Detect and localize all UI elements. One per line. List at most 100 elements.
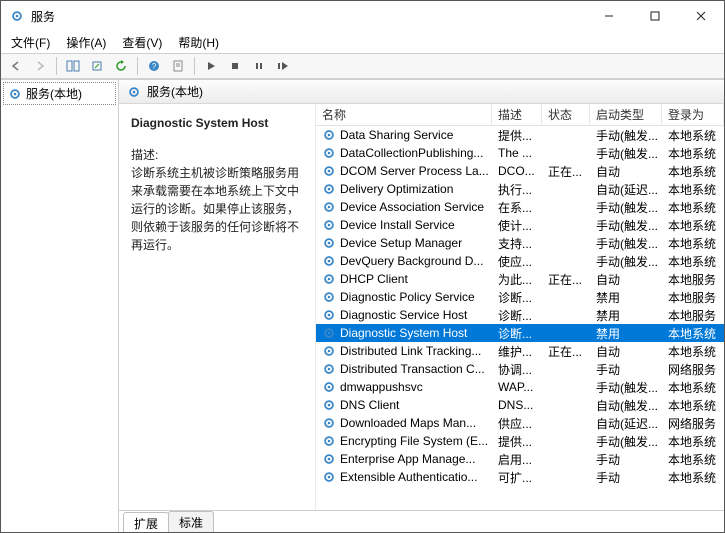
- service-startup: 手动(触发...: [590, 432, 662, 450]
- table-row[interactable]: dmwappushsvcWAP...手动(触发...本地系统: [316, 378, 724, 396]
- service-name: Device Setup Manager: [340, 236, 462, 250]
- service-icon: [322, 290, 336, 304]
- service-startup: 手动(触发...: [590, 126, 662, 144]
- service-desc: 维护...: [492, 342, 542, 360]
- table-row[interactable]: Device Setup Manager支持...手动(触发...本地系统: [316, 234, 724, 252]
- back-button[interactable]: [5, 55, 27, 77]
- start-service-button[interactable]: [200, 55, 222, 77]
- refresh-button[interactable]: [110, 55, 132, 77]
- selected-service-title: Diagnostic System Host: [131, 114, 305, 132]
- table-row[interactable]: Device Install Service使计...手动(触发...本地系统: [316, 216, 724, 234]
- table-row[interactable]: Data Sharing Service提供...手动(触发...本地系统: [316, 126, 724, 144]
- menu-help[interactable]: 帮助(H): [172, 32, 225, 53]
- service-logon: 本地服务: [662, 306, 724, 324]
- service-name: Distributed Link Tracking...: [340, 344, 481, 358]
- tree-pane: 服务(本地): [1, 80, 119, 532]
- show-hide-button[interactable]: [62, 55, 84, 77]
- tree-root-label: 服务(本地): [26, 85, 82, 102]
- service-name: Device Install Service: [340, 218, 455, 232]
- service-icon: [322, 434, 336, 448]
- tree-root-item[interactable]: 服务(本地): [3, 82, 116, 105]
- title-bar: 服务: [1, 1, 724, 31]
- table-row[interactable]: Encrypting File System (E...提供...手动(触发..…: [316, 432, 724, 450]
- service-logon: 本地系统: [662, 396, 724, 414]
- service-logon: 本地系统: [662, 450, 724, 468]
- table-row[interactable]: Delivery Optimization执行...自动(延迟...本地系统: [316, 180, 724, 198]
- service-desc: 可扩...: [492, 468, 542, 486]
- service-rows[interactable]: Data Sharing Service提供...手动(触发...本地系统Dat…: [316, 126, 724, 510]
- pane-header: 服务(本地): [119, 80, 724, 104]
- table-row[interactable]: Diagnostic Policy Service诊断...禁用本地服务: [316, 288, 724, 306]
- stop-service-button[interactable]: [224, 55, 246, 77]
- menu-file[interactable]: 文件(F): [5, 32, 56, 53]
- service-startup: 禁用: [590, 288, 662, 306]
- table-row[interactable]: DHCP Client为此...正在...自动本地服务: [316, 270, 724, 288]
- col-desc[interactable]: 描述: [492, 104, 542, 125]
- service-startup: 手动(触发...: [590, 252, 662, 270]
- service-startup: 手动: [590, 360, 662, 378]
- table-row[interactable]: Extensible Authenticatio...可扩...手动本地系统: [316, 468, 724, 486]
- service-logon: 本地系统: [662, 198, 724, 216]
- col-status[interactable]: 状态: [542, 104, 590, 125]
- service-name: dmwappushsvc: [340, 380, 423, 394]
- service-name: DCOM Server Process La...: [340, 164, 489, 178]
- menu-bar: 文件(F) 操作(A) 查看(V) 帮助(H): [1, 31, 724, 53]
- service-desc: DNS...: [492, 396, 542, 414]
- table-row[interactable]: DCOM Server Process La...DCO...正在...自动本地…: [316, 162, 724, 180]
- service-status: [542, 396, 590, 414]
- service-name: DHCP Client: [340, 272, 408, 286]
- right-pane: 服务(本地) Diagnostic System Host 描述: 诊断系统主机…: [119, 80, 724, 532]
- description-pane: Diagnostic System Host 描述: 诊断系统主机被诊断策略服务…: [119, 104, 315, 510]
- svg-text:?: ?: [152, 62, 157, 71]
- service-startup: 自动(延迟...: [590, 180, 662, 198]
- tab-standard[interactable]: 标准: [168, 511, 214, 532]
- col-name[interactable]: 名称: [316, 104, 492, 125]
- forward-button[interactable]: [29, 55, 51, 77]
- service-logon: 本地系统: [662, 468, 724, 486]
- table-row[interactable]: Downloaded Maps Man...供应...自动(延迟...网络服务: [316, 414, 724, 432]
- table-row[interactable]: DataCollectionPublishing...The ...手动(触发.…: [316, 144, 724, 162]
- close-button[interactable]: [678, 1, 724, 31]
- minimize-button[interactable]: [586, 1, 632, 31]
- service-status: [542, 180, 590, 198]
- service-status: 正在...: [542, 162, 590, 180]
- service-icon: [322, 218, 336, 232]
- service-icon: [322, 254, 336, 268]
- service-status: [542, 324, 590, 342]
- menu-action[interactable]: 操作(A): [60, 32, 112, 53]
- table-row[interactable]: Enterprise App Manage...启用...手动本地系统: [316, 450, 724, 468]
- service-logon: 本地系统: [662, 324, 724, 342]
- service-name: Enterprise App Manage...: [340, 452, 475, 466]
- service-status: [542, 252, 590, 270]
- menu-view[interactable]: 查看(V): [116, 32, 168, 53]
- table-row[interactable]: Distributed Link Tracking...维护...正在...自动…: [316, 342, 724, 360]
- table-row[interactable]: DNS ClientDNS...自动(触发...本地系统: [316, 396, 724, 414]
- help-button[interactable]: ?: [143, 55, 165, 77]
- service-icon: [322, 452, 336, 466]
- service-logon: 本地服务: [662, 270, 724, 288]
- tab-extended[interactable]: 扩展: [123, 512, 169, 532]
- service-icon: [322, 128, 336, 142]
- table-row[interactable]: DevQuery Background D...使应...手动(触发...本地系…: [316, 252, 724, 270]
- service-desc: 启用...: [492, 450, 542, 468]
- col-startup[interactable]: 启动类型: [590, 104, 662, 125]
- pause-service-button[interactable]: [248, 55, 270, 77]
- export-button[interactable]: [86, 55, 108, 77]
- col-logon[interactable]: 登录为: [662, 104, 724, 125]
- service-name: Device Association Service: [340, 200, 484, 214]
- table-row[interactable]: Device Association Service在系...手动(触发...本…: [316, 198, 724, 216]
- service-status: [542, 288, 590, 306]
- service-logon: 本地系统: [662, 216, 724, 234]
- table-row[interactable]: Diagnostic System Host诊断...禁用本地系统: [316, 324, 724, 342]
- maximize-button[interactable]: [632, 1, 678, 31]
- properties-button[interactable]: [167, 55, 189, 77]
- service-startup: 手动(触发...: [590, 198, 662, 216]
- service-name: DevQuery Background D...: [340, 254, 483, 268]
- service-icon: [322, 344, 336, 358]
- table-row[interactable]: Diagnostic Service Host诊断...禁用本地服务: [316, 306, 724, 324]
- service-icon: [322, 272, 336, 286]
- toolbar: ?: [1, 53, 724, 79]
- restart-service-button[interactable]: [272, 55, 294, 77]
- table-row[interactable]: Distributed Transaction C...协调...手动网络服务: [316, 360, 724, 378]
- service-logon: 本地系统: [662, 342, 724, 360]
